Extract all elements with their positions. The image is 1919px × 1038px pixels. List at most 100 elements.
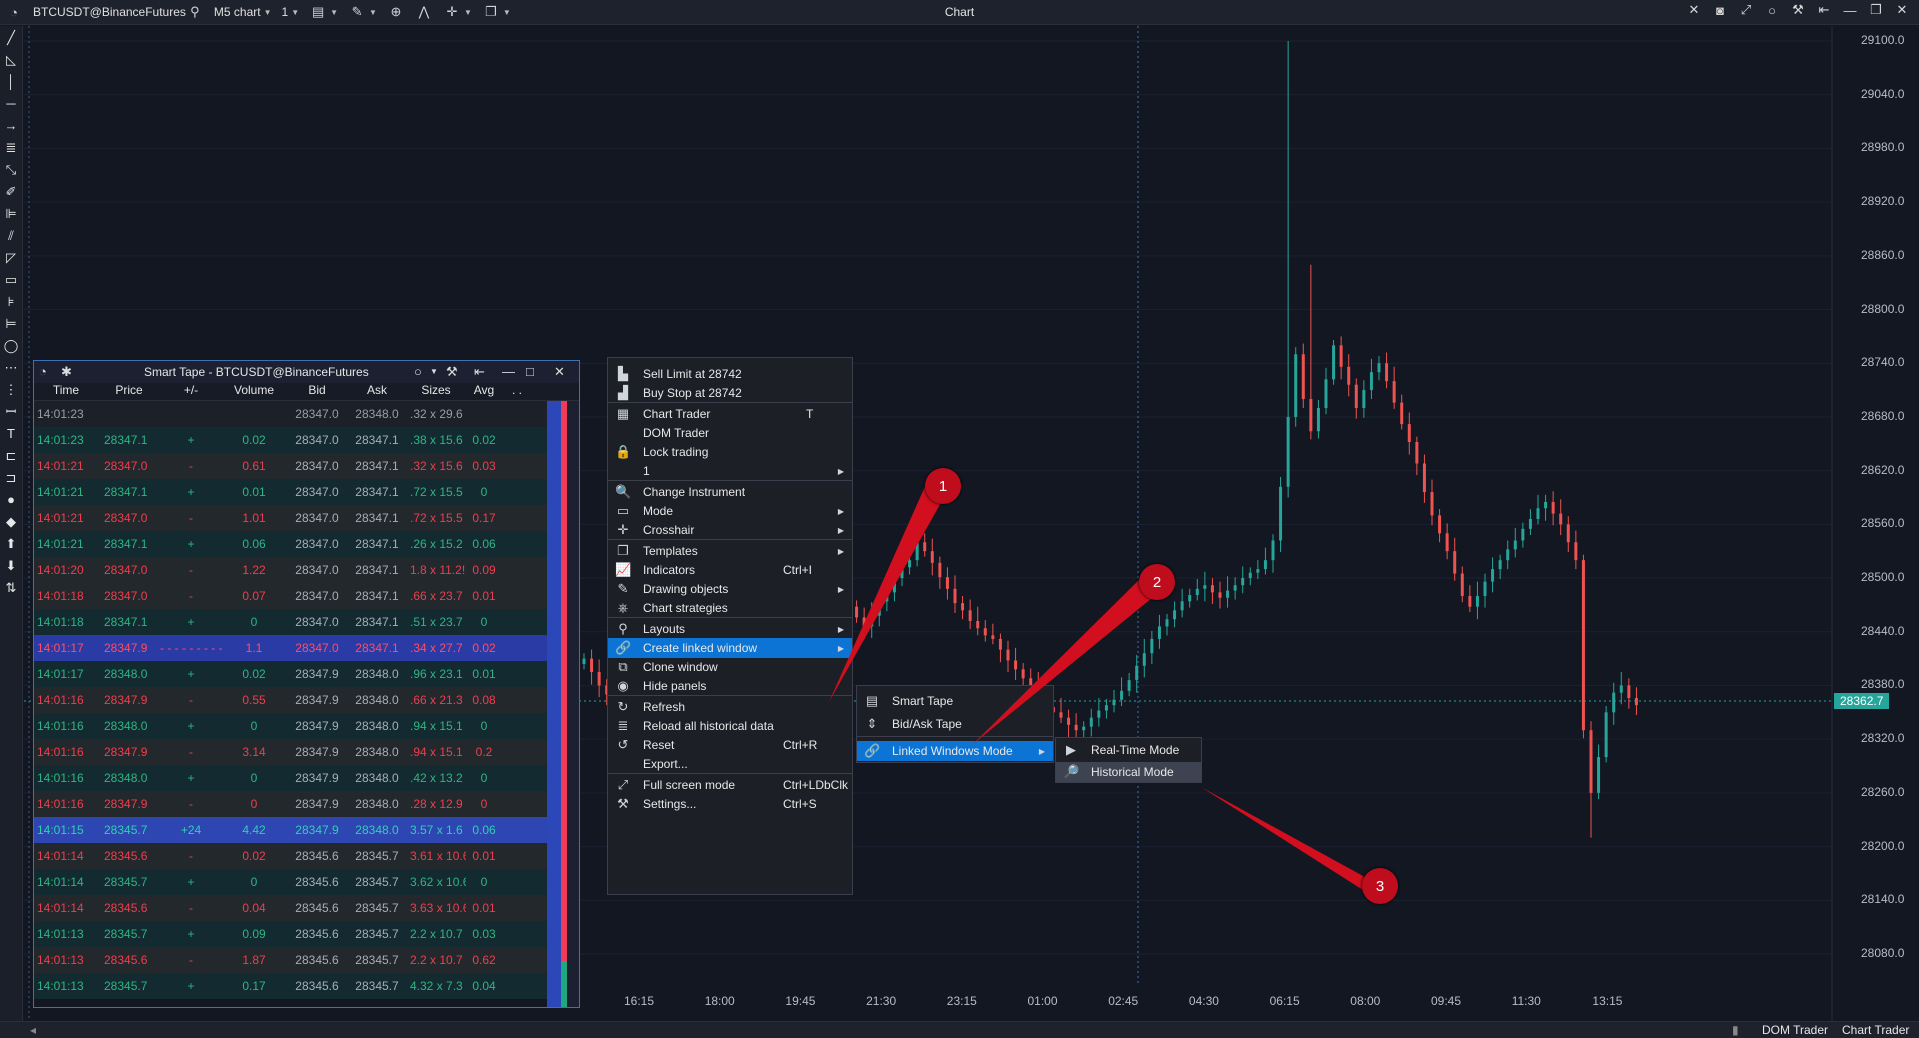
menu-item-bid-ask-tape[interactable]: ⇕ Bid/Ask Tape — [857, 714, 1053, 734]
tape-row[interactable]: 14:01:13 28345.6 - 1.87 28345.6 28345.7 2.2 x … — [34, 947, 547, 973]
close-icon[interactable]: ✕ — [1893, 2, 1911, 18]
crosshair-button[interactable]: ✛ ▼ — [438, 3, 477, 21]
restore-icon[interactable]: ❐ — [1867, 2, 1885, 18]
tape-row[interactable]: 14:01:21 28347.1 +0.01 28347.0 28347.1 .72 x … — [34, 479, 547, 505]
triangle-icon[interactable]: ◸ — [2, 246, 20, 268]
menu-item-create-linked-window[interactable]: 🔗 Create linked window ▶ — [608, 638, 852, 658]
tape-row[interactable]: 14:01:16 28348.0 +0 28347.9 28348.0 .94 x 15.… — [34, 713, 547, 739]
menu-item-indicators[interactable]: 📈 Indicators Ctrl+I — [608, 560, 852, 580]
channel-icon[interactable]: ⫽ — [2, 224, 20, 246]
tape-row[interactable]: 14:01:13 28345.7 +0.17 28345.6 28345.7 4.32 x… — [34, 973, 547, 999]
instrument-selector[interactable]: BTCUSDT@BinanceFutures ⚲ — [28, 3, 209, 21]
col-sizes[interactable]: Sizes — [406, 383, 466, 400]
tape-row[interactable]: 14:01:15 28345.7 +24 4.42 28347.9 28348.0 3.57… — [34, 817, 547, 843]
tape-row[interactable]: 14:01:13 28345.7 +0.09 28345.6 28345.7 2.2 x … — [34, 921, 547, 947]
menu-item-change-instrument[interactable]: 🔍 Change Instrument — [608, 482, 852, 502]
menu-item-historical-mode[interactable]: 🔎 Historical Mode — [1056, 762, 1201, 782]
camera-icon[interactable]: ◙ — [1711, 3, 1729, 18]
maximize-icon[interactable]: □ — [526, 364, 534, 379]
menu-item-linked-windows-mode[interactable]: 🔗 Linked Windows Mode ▶ — [857, 741, 1053, 761]
menu-item-settings[interactable]: ⚒ Settings... Ctrl+S — [608, 794, 852, 814]
brush-icon[interactable]: ✐ — [2, 180, 20, 202]
vertical-line-icon[interactable]: │ — [2, 70, 20, 92]
fibonacci-icon[interactable]: ⊫ — [2, 202, 20, 224]
tape-row[interactable]: 14:01:23 28347.0 28348.0 .32 x 29.6 — [34, 401, 547, 427]
tape-row[interactable]: 14:01:20 28347.0 - 1.22 28347.0 28347.1 1.8 x … — [34, 557, 547, 583]
tape-row[interactable]: 14:01:21 28347.0 - 1.01 28347.0 28347.1 .72 x … — [34, 505, 547, 531]
menu-item-drawing-objects[interactable]: ✎ Drawing objects ▶ — [608, 579, 852, 599]
menu-item-templates[interactable]: ❐ Templates ▶ — [608, 541, 852, 561]
fullscreen-icon[interactable]: ⤢ — [1737, 2, 1755, 18]
col-avg[interactable]: Avg — [466, 383, 502, 400]
dotted-line-icon[interactable]: ⋯ — [2, 356, 20, 378]
menu-item-export[interactable]: Export... — [608, 754, 852, 774]
smart-tape-titlebar[interactable]: ◔ ✱ Smart Tape - BTCUSDT@BinanceFutures … — [34, 361, 579, 383]
settings-icon[interactable]: ⚒ — [1789, 2, 1807, 18]
arrow-up-icon[interactable]: ⬆ — [2, 532, 20, 554]
text-box-icon[interactable]: ꟷ — [2, 400, 20, 422]
menu-item-layouts[interactable]: ⚲ Layouts ▶ — [608, 619, 852, 639]
parallel-lines-icon[interactable]: ≣ — [2, 136, 20, 158]
menu-item-reload-all-historical-data[interactable]: ≣ Reload all historical data — [608, 716, 852, 736]
chevron-down-icon[interactable]: ▼ — [430, 367, 438, 376]
col-price[interactable]: Price — [98, 383, 160, 400]
timeframe-selector[interactable]: M5 chart ▼ — [209, 5, 277, 19]
dotted-vertical-icon[interactable]: ⋮ — [2, 378, 20, 400]
rectangle-icon[interactable]: ▭ — [2, 268, 20, 290]
tools-icon[interactable]: ✕ — [1685, 2, 1703, 18]
menu-item-refresh[interactable]: ↻ Refresh — [608, 697, 852, 717]
menu-item-dom-trader[interactable]: DOM Trader — [608, 423, 852, 443]
tools-icon[interactable]: ⚒ — [446, 364, 458, 380]
ellipse-icon[interactable]: ◯ — [2, 334, 20, 356]
pencil-icon[interactable]: ╱ — [2, 26, 20, 48]
close-icon[interactable]: ✕ — [554, 364, 565, 380]
col-bid[interactable]: Bid — [286, 383, 348, 400]
trendline-icon[interactable]: ⤡ — [2, 158, 20, 180]
pin-icon[interactable]: ⇤ — [1815, 2, 1833, 18]
scroll-left-icon[interactable]: ◂ — [30, 1023, 36, 1037]
ruler-icon[interactable]: ◺ — [2, 48, 20, 70]
drawing-button[interactable]: ✎ ▼ — [343, 3, 382, 21]
chart-type-button[interactable]: ▤ ▼ — [304, 3, 343, 21]
tape-row[interactable]: 14:01:16 28347.9 - 0 28347.9 28348.0 .28 x 12.… — [34, 791, 547, 817]
tape-row[interactable]: 14:01:18 28347.0 - 0.07 28347.0 28347.1 .66 x … — [34, 583, 547, 609]
count-selector[interactable]: 1 ▼ — [277, 5, 305, 19]
circle-icon[interactable]: ○ — [1763, 3, 1781, 18]
callout-icon[interactable]: ⊐ — [2, 466, 20, 488]
tape-row[interactable]: 14:01:16 28347.9 - 3.14 28347.9 28348.0 .94 x … — [34, 739, 547, 765]
menu-item-lock-trading[interactable]: 🔒 Lock trading — [608, 442, 852, 462]
arrow-down-icon[interactable]: ⬇ — [2, 554, 20, 576]
col-ask[interactable]: Ask — [348, 383, 406, 400]
menu-item-reset[interactable]: ↺ Reset Ctrl+R — [608, 735, 852, 755]
tape-row[interactable]: 14:01:17 28348.0 +0.02 28347.9 28348.0 .96 x … — [34, 661, 547, 687]
diamond-icon[interactable]: ◆ — [2, 510, 20, 532]
col-time[interactable]: Time — [34, 383, 98, 400]
volume-profile-icon[interactable]: ⊧ — [2, 290, 20, 312]
ray-icon[interactable]: → — [2, 114, 20, 136]
profile-icon[interactable]: ⊨ — [2, 312, 20, 334]
settings-icon[interactable]: ✱ — [61, 364, 72, 380]
tape-row[interactable]: 14:01:21 28347.0 - 0.61 28347.0 28347.1 .32 x … — [34, 453, 547, 479]
menu-item-chart-trader[interactable]: ▦ Chart Trader T — [608, 404, 852, 424]
menu-item-real-time-mode[interactable]: ▶ Real-Time Mode — [1056, 740, 1201, 760]
minimize-icon[interactable]: — — [502, 364, 515, 379]
circle-icon[interactable]: ○ — [414, 364, 422, 379]
menu-item-crosshair[interactable]: ✛ Crosshair ▶ — [608, 520, 852, 540]
tab-dom-trader[interactable]: DOM Trader — [1762, 1023, 1828, 1037]
tape-row[interactable]: 14:01:23 28347.1 +0.02 28347.0 28347.1 .38 x … — [34, 427, 547, 453]
col-more[interactable]: . . — [502, 383, 532, 400]
tape-row[interactable]: 14:01:17 28347.9 - - - - - - - - - 1.1 28347… — [34, 635, 547, 661]
minimize-icon[interactable]: — — [1841, 3, 1859, 18]
tape-row[interactable]: 14:01:14 28345.7 +0 28345.6 28345.7 3.62 x 10… — [34, 869, 547, 895]
zoom-button[interactable]: ⊕ — [382, 3, 410, 21]
menu-item-buy-stop-at-28742[interactable]: ▟ Buy Stop at 28742 — [608, 383, 852, 403]
horizontal-line-icon[interactable]: ─ — [2, 92, 20, 114]
menu-item-sell-limit-at-28742[interactable]: ▙ Sell Limit at 28742 — [608, 364, 852, 384]
text-icon[interactable]: T — [2, 422, 20, 444]
tape-row[interactable]: 14:01:16 28347.9 - 0.55 28347.9 28348.0 .66 x … — [34, 687, 547, 713]
menu-item-1[interactable]: 1 ▶ — [608, 461, 852, 481]
col-change[interactable]: +/- — [160, 383, 222, 400]
menu-item-chart-strategies[interactable]: ⎈ Chart strategies — [608, 598, 852, 618]
dot-icon[interactable]: ● — [2, 488, 20, 510]
sort-icon[interactable]: ⇅ — [2, 576, 20, 598]
